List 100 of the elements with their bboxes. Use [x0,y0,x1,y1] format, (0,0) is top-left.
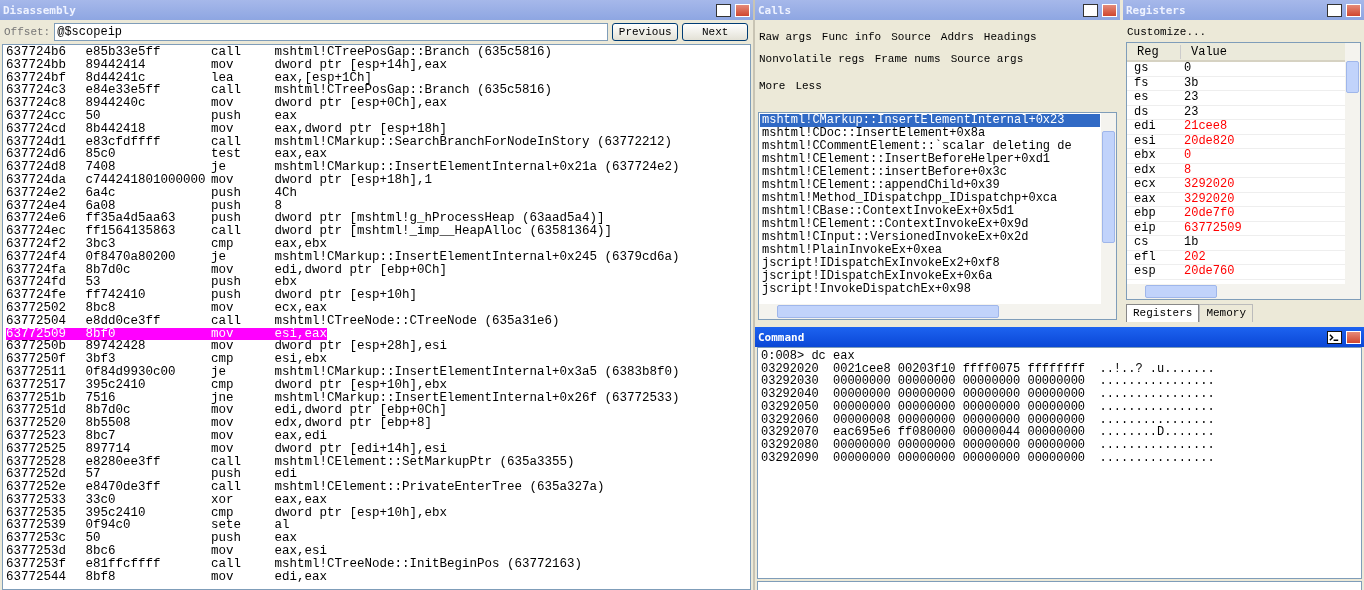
disassembly-line[interactable]: 637724ec ff1564135863 call dword ptr [mshtml!_imp__HeapAlloc (63581364)] [6,225,613,238]
navigation-button[interactable]: Previous [612,23,679,41]
register-name: ecx [1133,178,1157,192]
stack-frame[interactable]: mshtml!CElement::ContextInvokeEx+0x9d [760,218,1100,231]
disassembly-line[interactable]: 63772511 0f84d9930c00 je mshtml!CMarkup::InsertElementInternal+0x3a5 (6383b8f0) [6,365,680,379]
disassembly-line[interactable]: 637724e2 6a4c push 4Ch [6,186,298,200]
disassembly-line[interactable]: 6377250f 3bf3 cmp esi,ebx [6,353,328,366]
disassembly-line[interactable]: 6377253d 8bc6 mov eax,esi [6,545,328,558]
disassembly-line[interactable]: 637724fa 8b7d0c mov edi,dword ptr [ebp+0Ch] [6,263,448,277]
disassembly-line[interactable]: 637724da c744241801000000 mov dword ptr [esp+18h],1 [6,173,433,187]
window-title: Calls [758,3,792,17]
disassembly-line[interactable]: 6377253c 50 push eax [6,532,298,546]
navigation-button[interactable]: Next [682,23,749,41]
command-output: 0:008> dc eax 03292020 0021cee8 00203f10 ffff0075 ffffffff ..!..? .u....... 03292030 00000000 00000000 00000000 00000000 ................ 03292040 00000000 00000000 00000000 00000000 ................ 03292050 00000000 00000000 00000000 00000000 ................ 03292060 00000008 00000000 00000000 00000000 ................ 03292070 eac695e6 ff080000 00000044 00000000 ........D....... 03292080 00000000 00000000 00000000 00000000 ................ 03292090 00000000 00000000 00000000 00000000 ................ [757,347,1362,579]
option-link[interactable]: Addrs [940,31,974,43]
option-link[interactable]: More [759,80,786,92]
register-value: 20de7f0 [1184,207,1235,221]
close-icon[interactable] [1346,330,1361,344]
option-link[interactable]: Frame nums [874,53,941,65]
disassembly-line[interactable]: 63772504 e8dd0ce3ff call mshtml!CTreeNode::CTreeNode (635a31e6) [6,314,560,328]
stack-frame[interactable]: mshtml!Method_IDispatchpp_IDispatchp+0xca [760,192,1100,205]
register-value: 20de820 [1184,134,1235,148]
command-input-field[interactable] [757,581,1362,590]
disassembly-line[interactable]: 63772525 897714 mov dword ptr [edi+14h],esi [6,442,448,456]
disassembly-line[interactable]: 637724c3 e84e33e5ff call mshtml!CTreePosGap::Branch (635c5816) [6,84,553,98]
offset-field[interactable]: @$scopeip [54,23,609,41]
disassembly-line[interactable]: 63772535 395c2410 cmp dword ptr [esp+10h],ebx [6,506,448,520]
register-value: 23 [1184,105,1199,119]
stack-frame[interactable]: mshtml!CElement::appendChild+0x39 [760,179,1100,192]
disassembly-line[interactable]: 6377250b 89742428 mov dword ptr [esp+28h],esi [6,340,448,354]
disassembly-line[interactable]: 637724bf 8d44241c lea eax,[esp+1Ch] [6,71,373,85]
panel-tab[interactable]: Registers [1126,304,1200,322]
disassembly-line[interactable]: 6377251d 8b7d0c mov edi,dword ptr [ebp+0Ch] [6,404,448,418]
disassembly-line[interactable]: 63772528 e8280ee3ff call mshtml!CElement::SetMarkupPtr (635a3355) [6,455,575,469]
disassembly-line[interactable]: 63772520 8b5508 mov edx,dword ptr [ebp+8] [6,417,433,430]
stack-frame[interactable]: mshtml!PlainInvokeEx+0xea [760,244,1100,257]
stack-frame[interactable]: jscript!IDispatchExInvokeEx+0x6a [760,270,1100,283]
register-value: 8 [1184,163,1192,177]
disassembly-line[interactable]: 6377252e e8470de3ff call mshtml!CElement::PrivateEnterTree (635a327a) [6,481,605,494]
stack-frame[interactable]: jscript!InvokeDispatchEx+0x98 [760,283,1100,296]
option-link[interactable]: Headings [983,31,1037,43]
vertical-scrollbar[interactable] [1101,113,1116,304]
disassembly-line[interactable]: 637724fd 53 push ebx [6,276,298,290]
horizontal-scrollbar[interactable] [1127,284,1360,299]
column-header[interactable]: Value [1181,44,1227,59]
register-name: ebp [1133,207,1157,221]
disassembly-line[interactable]: 637724d6 85c0 test eax,eax [6,148,328,162]
panel-tab[interactable]: Memory [1199,304,1254,322]
option-link[interactable]: Less [795,80,822,92]
register-name: eax [1133,192,1157,206]
disassembly-line[interactable]: 637724e6 ff35a4d5aa63 push dword ptr [mshtml!g_hProcessHeap (63aad5a4)] [6,212,605,226]
stack-frame[interactable]: mshtml!CCommentElement::`scalar deleting de [760,140,1100,153]
stack-frame[interactable]: mshtml!CElement::InsertBeforeHelper+0xd1 [760,153,1100,166]
disassembly-line[interactable]: 637724cd 8b442418 mov eax,dword ptr [esp+18h] [6,122,448,136]
disassembly-line[interactable]: 637724c8 8944240c mov dword ptr [esp+0Ch],eax [6,97,448,110]
register-name: ebx [1133,149,1157,163]
customize-link[interactable]: Customize... [1127,26,1207,38]
horizontal-scrollbar[interactable] [759,304,1116,319]
option-link[interactable]: Func info [821,31,882,43]
register-name: fs [1133,76,1150,90]
disassembly-line[interactable]: 637724e4 6a08 push 8 [6,199,283,213]
disassembly-line[interactable]: 637724d1 e83cfdffff call mshtml!CMarkup::SearchBranchForNodeInStory (63772212) [6,135,673,149]
register-value: 21cee8 [1184,120,1228,134]
option-link[interactable]: Source args [950,53,1024,65]
vertical-scrollbar[interactable] [1345,43,1360,284]
window-title: Registers [1126,3,1186,17]
close-icon[interactable] [1102,3,1117,17]
stack-frame[interactable]: mshtml!CInput::VersionedInvokeEx+0x2d [760,231,1100,244]
stack-frame[interactable]: mshtml!CBase::ContextInvokeEx+0x5d1 [760,205,1100,218]
disassembly-line[interactable]: 637724b6 e85b33e5ff call mshtml!CTreePosGap::Branch (635c5816) [6,46,553,59]
window-title: Disassembly [3,3,76,17]
stack-frame[interactable]: mshtml!CElement::insertBefore+0x3c [760,166,1100,179]
disassembly-line[interactable]: 63772533 33c0 xor eax,eax [6,493,328,507]
option-link[interactable]: Raw args [759,31,812,43]
register-name: eip [1133,221,1157,235]
disassembly-line[interactable]: 63772502 8bc8 mov ecx,eax [6,301,328,315]
disassembly-line[interactable]: 637724f4 0f8470a80200 je mshtml!CMarkup::InsertElementInternal+0x245 (6379cd6a) [6,250,680,264]
disassembly-line[interactable]: 63772517 395c2410 cmp dword ptr [esp+10h],ebx [6,378,448,392]
disassembly-line[interactable]: 637724fe ff742410 push dword ptr [esp+10h] [6,289,418,302]
stack-frame[interactable]: mshtml!CDoc::InsertElement+0x8a [760,127,1100,140]
disassembly-line[interactable]: 63772523 8bc7 mov eax,edi [6,429,328,443]
prompt-icon[interactable] [1327,330,1342,344]
close-icon[interactable] [735,3,750,17]
stack-frame[interactable]: mshtml!CMarkup::InsertElementInternal+0x23 [760,114,1100,127]
disassembly-line[interactable]: 637724f2 3bc3 cmp eax,ebx [6,237,328,251]
disassembly-line[interactable]: 63772544 8bf8 mov edi,eax [6,570,328,584]
disassembly-line[interactable]: 6377251b 7516 jne mshtml!CMarkup::InsertElementInternal+0x26f (63772533) [6,391,680,405]
disassembly-line[interactable]: 637724d8 7408 je mshtml!CMarkup::InsertElementInternal+0x21a (637724e2) [6,161,680,174]
disassembly-line[interactable]: 637724cc 50 push eax [6,110,298,123]
disassembly-line[interactable]: 63772539 0f94c0 sete al [6,519,290,533]
disassembly-line[interactable]: 6377252d 57 push edi [6,468,298,482]
column-header[interactable]: Reg [1127,44,1181,59]
disassembly-line[interactable]: 637724bb 89442414 mov dword ptr [esp+14h],eax [6,58,448,72]
disassembly-line[interactable]: 6377253f e81ffcffff call mshtml!CTreeNode::InitBeginPos (63772163) [6,557,583,571]
stack-frame[interactable]: jscript!IDispatchExInvokeEx2+0xf8 [760,257,1100,270]
option-link[interactable]: Nonvolatile regs [759,53,865,65]
option-link[interactable]: Source [891,31,931,43]
register-name: efl [1133,250,1157,264]
register-name: gs [1133,62,1150,76]
close-icon[interactable] [1346,3,1361,17]
